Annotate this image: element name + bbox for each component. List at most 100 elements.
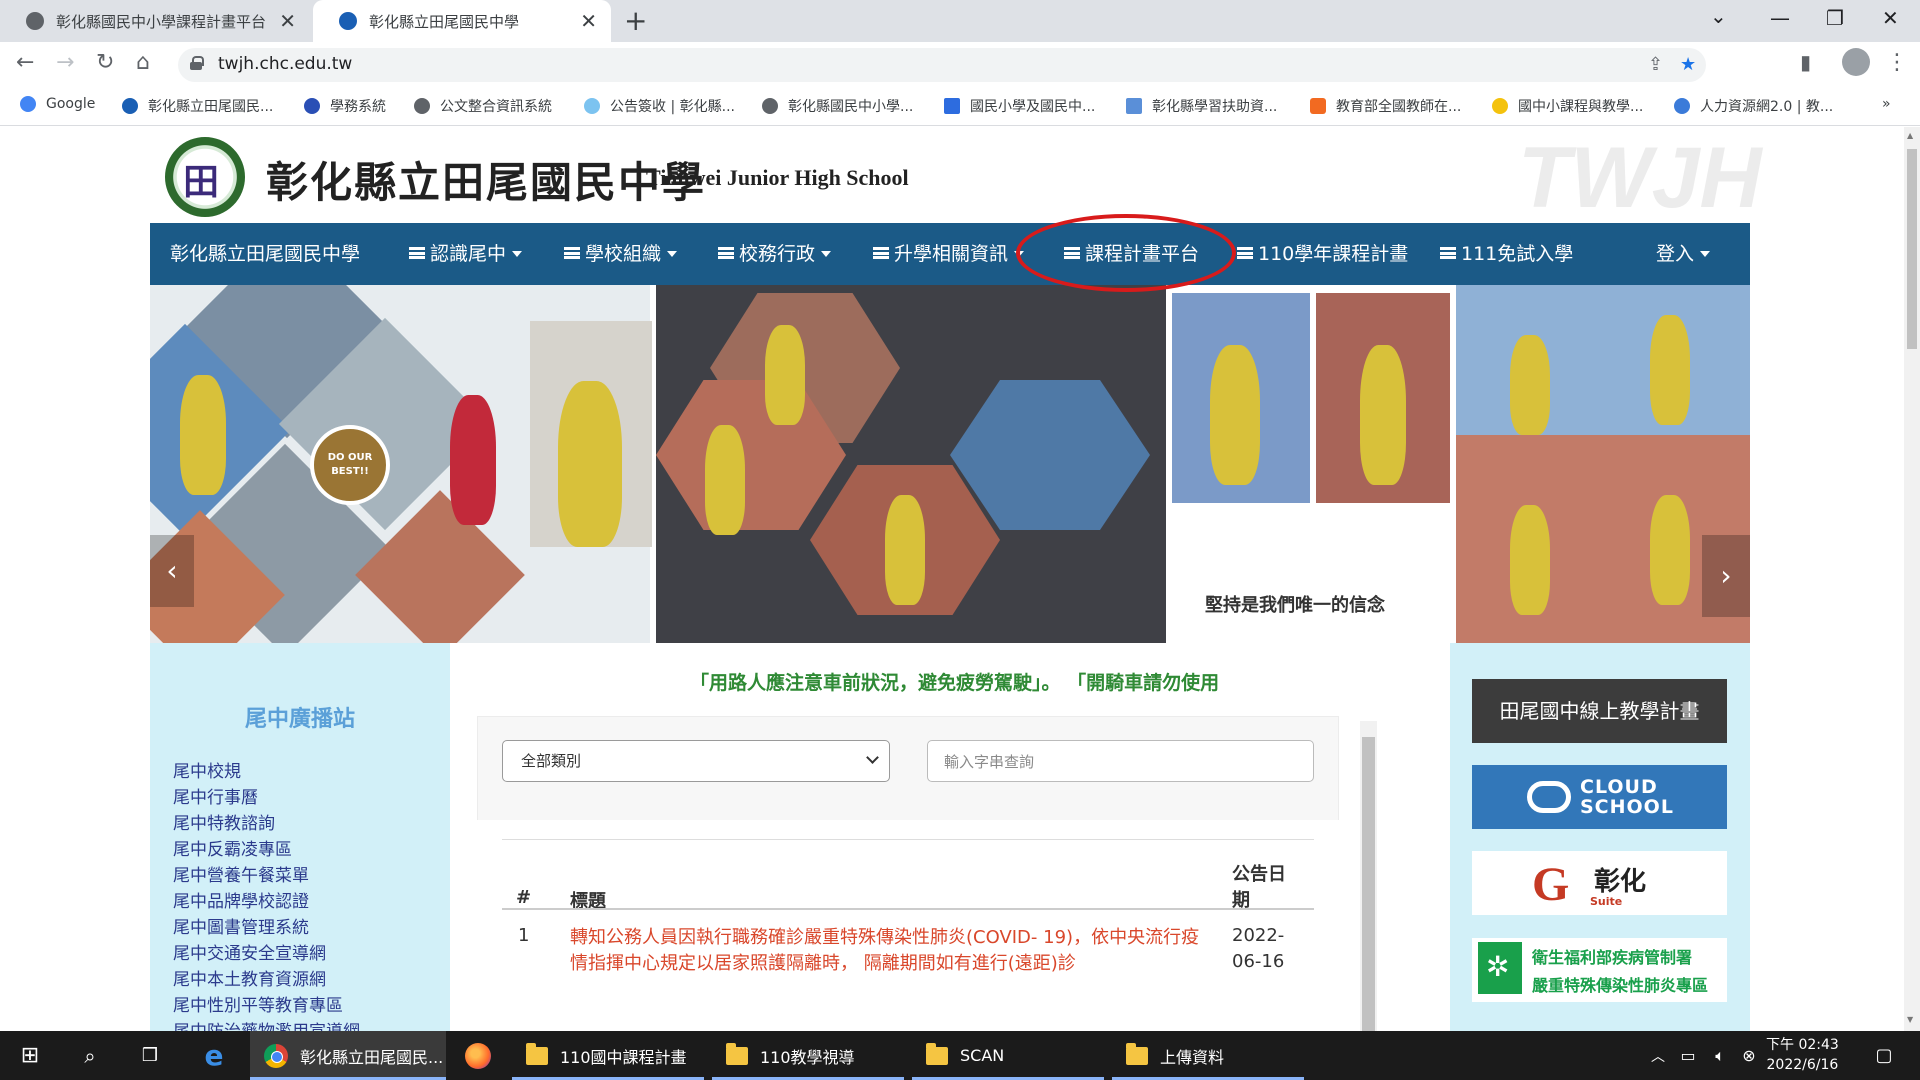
bookmark-google[interactable]: Google: [20, 96, 95, 112]
scroll-down-icon[interactable]: ▼: [1907, 1015, 1913, 1024]
volume-icon[interactable]: 🔈︎: [1706, 1031, 1734, 1080]
minimize-icon[interactable]: —: [1770, 6, 1790, 30]
link-drug-prevention[interactable]: 尾中防治藥物濫用宣導網: [173, 1017, 360, 1031]
forward-arrow-icon[interactable]: →: [56, 50, 74, 75]
taskbar-folder-110-supervision[interactable]: 110教學視導: [712, 1031, 904, 1080]
more-bookmarks-icon[interactable]: »: [1882, 96, 1891, 112]
page-scrollbar[interactable]: ▲ ▼: [1904, 127, 1920, 1031]
tab-search-chevron-icon[interactable]: ⌄: [1710, 4, 1727, 28]
menu-icon: [409, 247, 425, 259]
firefox-icon[interactable]: [456, 1031, 500, 1080]
bookmark-chc-schools[interactable]: 彰化縣國民中小學...: [762, 96, 913, 116]
bookmark-teacher-training[interactable]: 教育部全國教師在...: [1310, 96, 1461, 116]
network-icon[interactable]: ▭: [1674, 1031, 1702, 1080]
link-gender-equality[interactable]: 尾中性別平等教育專區: [173, 991, 343, 1016]
header-watermark: TWJH: [1518, 130, 1762, 226]
bookmark-curriculum[interactable]: 國中小課程與教學...: [1492, 96, 1643, 116]
scroll-thumb[interactable]: [1362, 737, 1375, 1031]
link-special-ed[interactable]: 尾中特教諮詢: [173, 809, 275, 834]
back-arrow-icon[interactable]: ←: [16, 50, 34, 75]
tab-course-platform[interactable]: 彰化縣國民中小學課程計畫平台 ✕: [0, 0, 310, 42]
bookmark-star-icon[interactable]: ★: [1680, 54, 1696, 75]
tab-school-site[interactable]: 彰化縣立田尾國民中學 ✕: [313, 0, 611, 42]
mute-status-icon[interactable]: ⊗: [1736, 1031, 1762, 1080]
link-local-education[interactable]: 尾中本土教育資源網: [173, 965, 326, 990]
search-input[interactable]: 輸入字串查詢: [927, 740, 1314, 782]
link-brand-school[interactable]: 尾中品牌學校認證: [173, 887, 309, 912]
menu-icon: [1440, 247, 1456, 259]
task-view-icon[interactable]: ❒: [130, 1031, 170, 1080]
close-window-icon[interactable]: ✕: [1882, 6, 1899, 30]
cdc-covid-button[interactable]: 衛生福利部疾病管制署 嚴重特殊傳染性肺炎專區: [1472, 938, 1727, 1002]
link-anti-bullying[interactable]: 尾中反霸凌專區: [173, 835, 292, 860]
carousel-next-chevron-icon[interactable]: ›: [1702, 535, 1750, 617]
bookmark-document-system[interactable]: 公文整合資訊系統: [414, 96, 552, 116]
page-scroll-thumb[interactable]: [1907, 149, 1917, 349]
cloud-school-button[interactable]: CLOUD SCHOOL: [1472, 765, 1727, 829]
athlete-figure: [885, 495, 925, 605]
notifications-icon[interactable]: ▢: [1864, 1031, 1904, 1080]
tray-chevron-up-icon[interactable]: ︿: [1646, 1031, 1670, 1080]
taskbar-folder-110-course-plan[interactable]: 110國中課程計畫: [512, 1031, 704, 1080]
red-highlight-circle: [1016, 214, 1236, 292]
nav-home[interactable]: 彰化縣立田尾國民中學: [170, 223, 360, 285]
bookmark-hr-network[interactable]: 人力資源網2.0 | 教...: [1674, 96, 1833, 116]
athlete-figure: [450, 395, 496, 525]
new-tab-plus-icon[interactable]: +: [624, 4, 647, 37]
bookmark-learning-support[interactable]: 彰化縣學習扶助資...: [1126, 96, 1277, 116]
profile-avatar-icon[interactable]: [1842, 48, 1870, 76]
side-panel-icon[interactable]: ▮: [1800, 50, 1811, 74]
scroll-up-icon[interactable]: ▲: [1907, 131, 1913, 140]
cdc-logo-icon: [1478, 942, 1522, 994]
link-traffic-safety[interactable]: 尾中交通安全宣導網: [173, 939, 326, 964]
do-our-best-badge: DO OUR BEST!!: [310, 425, 390, 505]
nav-admission-info[interactable]: 升學相關資訊: [873, 223, 1025, 285]
taskbar-clock[interactable]: 下午 02:43 2022/6/16: [1766, 1035, 1839, 1075]
table-divider: [502, 839, 1314, 840]
link-calendar[interactable]: 尾中行事曆: [173, 783, 258, 808]
close-tab-icon[interactable]: ✕: [580, 9, 597, 33]
clock-time: 下午 02:43: [1766, 1037, 1839, 1053]
address-bar[interactable]: twjh.chc.edu.tw ⇪ ★: [178, 48, 1706, 82]
nav-login[interactable]: 登入: [1656, 223, 1711, 285]
site-favicon-icon: [944, 98, 960, 114]
lock-icon: [190, 56, 204, 70]
nav-111-admission[interactable]: 111免試入學: [1440, 223, 1573, 285]
bookmark-elementary-junior[interactable]: 國民小學及國民中...: [944, 96, 1095, 116]
bookmark-announcement[interactable]: 公告簽收 | 彰化縣...: [584, 96, 735, 116]
online-teaching-plan-button[interactable]: 田尾國中線上教學計畫: [1472, 679, 1727, 743]
caret-down-icon: [821, 251, 832, 257]
reload-icon[interactable]: ↻: [96, 50, 114, 75]
menu-icon: [564, 247, 580, 259]
taskbar-folder-scan[interactable]: SCAN: [912, 1031, 1104, 1080]
nav-about[interactable]: 認識尾中: [409, 223, 523, 285]
restore-icon[interactable]: ❐: [1826, 6, 1844, 30]
internet-explorer-icon[interactable]: e: [192, 1031, 236, 1080]
link-lunch-menu[interactable]: 尾中營養午餐菜單: [173, 861, 309, 886]
close-tab-icon[interactable]: ✕: [279, 9, 296, 33]
share-icon[interactable]: ⇪: [1648, 54, 1663, 75]
school-logo-icon[interactable]: [165, 137, 245, 217]
kebab-menu-icon[interactable]: ⋮: [1886, 50, 1908, 75]
athlete-figure: [1650, 315, 1690, 425]
home-icon[interactable]: ⌂: [136, 50, 150, 75]
taskbar-folder-upload[interactable]: 上傳資料: [1112, 1031, 1304, 1080]
g-suite-button[interactable]: G 彰化 Suite: [1472, 851, 1727, 915]
nav-110-course-plan[interactable]: 110學年課程計畫: [1237, 223, 1408, 285]
nav-organization[interactable]: 學校組織: [564, 223, 678, 285]
nav-administration[interactable]: 校務行政: [718, 223, 832, 285]
bookmark-tianwei[interactable]: 彰化縣立田尾國民...: [122, 96, 273, 116]
link-library-system[interactable]: 尾中圖書管理系統: [173, 913, 309, 938]
bookmark-student-affairs[interactable]: 學務系統: [304, 96, 386, 116]
windows-start-icon[interactable]: ⊞: [10, 1031, 50, 1080]
link-school-rules[interactable]: 尾中校規: [173, 757, 241, 782]
search-icon[interactable]: ⌕: [70, 1031, 110, 1080]
school-name-chinese[interactable]: 彰化縣立田尾國民中學: [266, 149, 706, 210]
taskbar-chrome[interactable]: 彰化縣立田尾國民...: [250, 1031, 446, 1080]
carousel-prev-chevron-icon[interactable]: ‹: [150, 535, 194, 607]
category-select[interactable]: 全部類別: [502, 740, 890, 782]
url-text: twjh.chc.edu.tw: [218, 54, 353, 74]
table-scrollbar[interactable]: [1360, 721, 1377, 1031]
row-title-link[interactable]: 轉知公務人員因執行職務確診嚴重特殊傳染性肺炎(COVID- 19)，依中央流行疫…: [570, 925, 1212, 977]
hero-carousel: DO OUR BEST!! 堅持是我們唯一的信念: [150, 285, 1750, 643]
